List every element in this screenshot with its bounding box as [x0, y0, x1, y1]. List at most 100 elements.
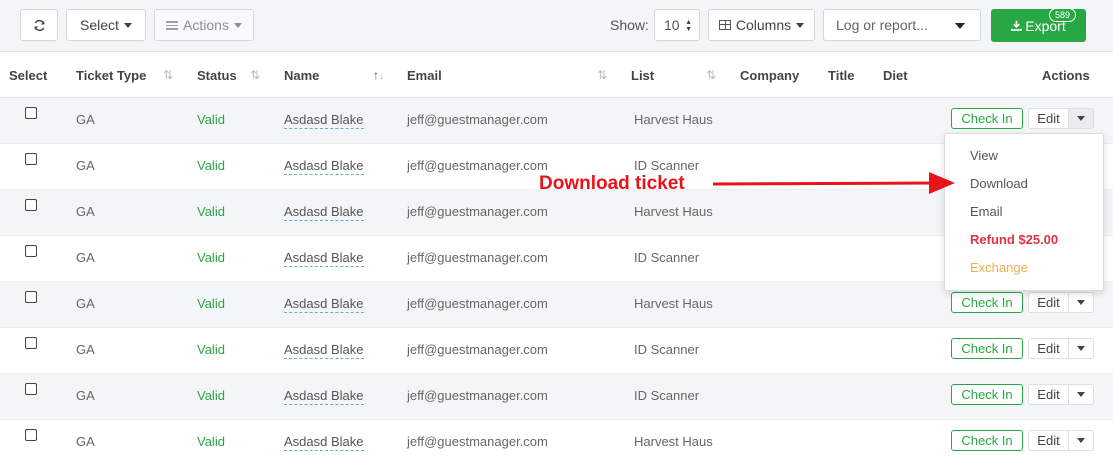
more-actions-toggle[interactable] — [1068, 108, 1094, 129]
caret-down-icon — [1077, 392, 1085, 397]
menu-item-exchange[interactable]: Exchange — [970, 260, 1028, 275]
table-header: Select Ticket Type ⇅ Status ⇅ Name ↑↓ Em… — [0, 53, 1113, 98]
email-cell: jeff@guestmanager.com — [407, 204, 548, 219]
name-link[interactable]: Asdasd Blake — [284, 112, 364, 129]
status-cell: Valid — [197, 250, 225, 265]
edit-button[interactable]: Edit — [1028, 108, 1069, 129]
column-header-ticket-type[interactable]: Ticket Type — [76, 68, 146, 83]
row-select-checkbox[interactable] — [25, 337, 37, 349]
sort-icon[interactable]: ⇅ — [706, 68, 716, 82]
status-cell: Valid — [197, 112, 225, 127]
row-select-checkbox[interactable] — [25, 429, 37, 441]
check-in-button[interactable]: Check In — [951, 108, 1023, 129]
sort-icon[interactable]: ⇅ — [597, 68, 607, 82]
ticket-type-cell: GA — [76, 342, 95, 357]
actions-label: Actions — [183, 17, 229, 33]
status-cell: Valid — [197, 204, 225, 219]
check-in-button[interactable]: Check In — [951, 338, 1023, 359]
caret-down-icon — [796, 22, 805, 28]
name-link[interactable]: Asdasd Blake — [284, 434, 364, 451]
ticket-type-cell: GA — [76, 250, 95, 265]
column-header-email[interactable]: Email — [407, 68, 442, 83]
ticket-type-cell: GA — [76, 158, 95, 173]
edit-button[interactable]: Edit — [1028, 384, 1069, 405]
log-report-placeholder: Log or report... — [836, 17, 928, 33]
sort-icon[interactable]: ⇅ — [163, 68, 173, 82]
check-in-button[interactable]: Check In — [951, 430, 1023, 451]
menu-item-download[interactable]: Download — [970, 176, 1028, 191]
row-select-checkbox[interactable] — [25, 291, 37, 303]
column-header-status[interactable]: Status — [197, 68, 237, 83]
log-report-select[interactable]: Log or report... — [823, 9, 981, 41]
refresh-icon — [33, 19, 45, 31]
caret-down-icon — [123, 22, 132, 28]
page-size-select[interactable]: 10 ▲ ▼ — [654, 9, 700, 41]
name-link[interactable]: Asdasd Blake — [284, 296, 364, 313]
check-in-button[interactable]: Check In — [951, 384, 1023, 405]
list-cell: Harvest Haus — [634, 296, 713, 311]
row-select-checkbox[interactable] — [25, 383, 37, 395]
list-cell: ID Scanner — [634, 388, 700, 403]
email-cell: jeff@guestmanager.com — [407, 158, 548, 173]
column-header-title: Title — [828, 68, 855, 83]
name-link[interactable]: Asdasd Blake — [284, 250, 364, 267]
list-cell: Harvest Haus — [634, 434, 713, 449]
columns-label: Columns — [735, 17, 792, 33]
name-link[interactable]: Asdasd Blake — [284, 388, 364, 405]
row-select-checkbox[interactable] — [25, 199, 37, 211]
list-cell: ID Scanner — [634, 250, 700, 265]
row-select-checkbox[interactable] — [25, 107, 37, 119]
sort-icon[interactable]: ⇅ — [250, 68, 260, 82]
name-link[interactable]: Asdasd Blake — [284, 204, 364, 221]
table-row: GA Valid Asdasd Blake jeff@guestmanager.… — [0, 420, 1113, 456]
show-label: Show: — [610, 17, 649, 33]
actions-dropdown-button[interactable]: Actions — [154, 9, 254, 41]
caret-down-icon — [1077, 438, 1085, 443]
more-actions-toggle[interactable] — [1068, 338, 1094, 359]
email-cell: jeff@guestmanager.com — [407, 342, 548, 357]
more-actions-toggle[interactable] — [1068, 292, 1094, 313]
sort-ascending-icon[interactable]: ↑↓ — [373, 68, 384, 82]
edit-button[interactable]: Edit — [1028, 338, 1069, 359]
ticket-type-cell: GA — [76, 112, 95, 127]
row-actions-menu: View Download Email Refund $25.00 Exchan… — [944, 133, 1104, 291]
select-dropdown-button[interactable]: Select — [66, 9, 146, 41]
check-in-button[interactable]: Check In — [951, 292, 1023, 313]
export-count-badge: 589 — [1049, 8, 1077, 22]
spinner-arrows-icon: ▲ ▼ — [685, 19, 692, 33]
table-row: GA Valid Asdasd Blake jeff@guestmanager.… — [0, 328, 1113, 374]
download-icon — [1011, 20, 1023, 31]
status-cell: Valid — [197, 434, 225, 449]
caret-down-icon — [955, 23, 965, 29]
annotation-label: Download ticket — [539, 173, 685, 194]
caret-down-icon — [1077, 346, 1085, 351]
status-cell: Valid — [197, 388, 225, 403]
more-actions-toggle[interactable] — [1068, 384, 1094, 405]
menu-item-email[interactable]: Email — [970, 204, 1003, 219]
column-header-actions: Actions — [1042, 68, 1090, 83]
email-cell: jeff@guestmanager.com — [407, 296, 548, 311]
email-cell: jeff@guestmanager.com — [407, 250, 548, 265]
column-header-company: Company — [740, 68, 800, 83]
row-select-checkbox[interactable] — [25, 245, 37, 257]
table-row: GA Valid Asdasd Blake jeff@guestmanager.… — [0, 374, 1113, 420]
edit-button[interactable]: Edit — [1028, 292, 1069, 313]
column-header-name[interactable]: Name — [284, 68, 319, 83]
list-cell: Harvest Haus — [634, 112, 713, 127]
menu-item-refund[interactable]: Refund $25.00 — [970, 232, 1058, 247]
column-header-diet: Diet — [883, 68, 908, 83]
column-header-list[interactable]: List — [631, 68, 654, 83]
refresh-button[interactable] — [20, 9, 58, 41]
column-header-select: Select — [9, 68, 48, 83]
edit-button[interactable]: Edit — [1028, 430, 1069, 451]
email-cell: jeff@guestmanager.com — [407, 434, 548, 449]
name-link[interactable]: Asdasd Blake — [284, 158, 364, 175]
ticket-type-cell: GA — [76, 434, 95, 449]
more-actions-toggle[interactable] — [1068, 430, 1094, 451]
status-cell: Valid — [197, 342, 225, 357]
name-link[interactable]: Asdasd Blake — [284, 342, 364, 359]
row-select-checkbox[interactable] — [25, 153, 37, 165]
menu-item-view[interactable]: View — [970, 148, 998, 163]
ticket-type-cell: GA — [76, 388, 95, 403]
columns-dropdown-button[interactable]: Columns — [708, 9, 815, 41]
